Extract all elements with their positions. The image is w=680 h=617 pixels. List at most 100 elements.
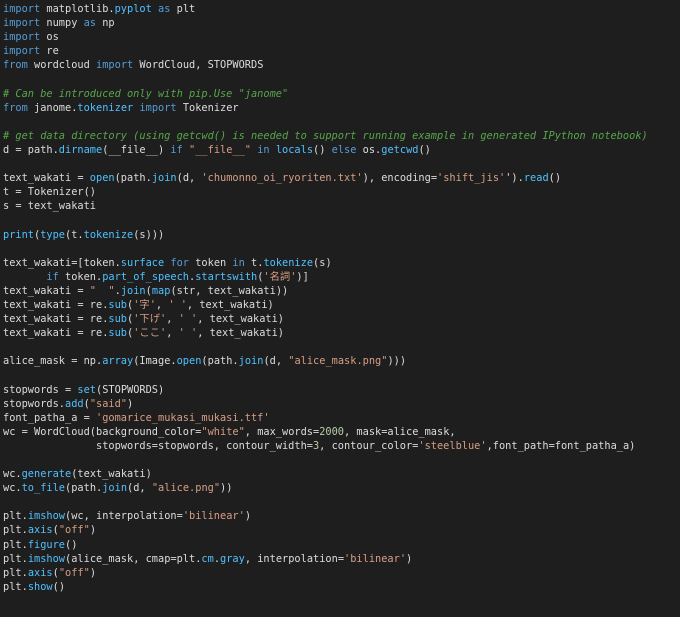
code-line: plt.show() bbox=[3, 580, 680, 594]
code-token: " " bbox=[89, 284, 115, 297]
code-token: "alice_mask.png" bbox=[288, 355, 388, 368]
code-token: (d, bbox=[263, 355, 289, 368]
code-line: d = path.dirname(__file__) if "__file__"… bbox=[3, 143, 680, 157]
code-token: alice_mask = np. bbox=[3, 355, 103, 368]
code-token: generate bbox=[21, 468, 72, 481]
code-token: np bbox=[96, 17, 115, 30]
code-line: from wordcloud import WordCloud, STOPWOR… bbox=[3, 58, 680, 72]
code-token: plt. bbox=[3, 538, 28, 551]
code-token: "alice.png" bbox=[151, 482, 221, 495]
code-line: text_wakati = " ".join(map(str, text_wak… bbox=[3, 284, 680, 298]
code-token: '字' bbox=[133, 298, 156, 311]
code-line: import re bbox=[3, 44, 680, 58]
code-token: ,font_path=font_patha_a) bbox=[486, 439, 636, 452]
code-token: 'steelblue' bbox=[418, 439, 487, 452]
code-token: print bbox=[3, 228, 34, 241]
code-token: plt bbox=[170, 3, 196, 15]
code-token: text_wakati = bbox=[3, 172, 90, 185]
code-token: in bbox=[257, 143, 270, 156]
code-token: (d, bbox=[127, 482, 152, 495]
code-token: import bbox=[3, 31, 41, 44]
code-token: ), encoding= bbox=[362, 172, 438, 185]
code-token: (__file__) bbox=[102, 143, 171, 156]
code-token: s = text_wakati bbox=[3, 200, 96, 213]
code-token: read bbox=[523, 172, 549, 185]
code-token: part_of_speech bbox=[102, 270, 190, 283]
code-line: import matplotlib.pyplot as plt bbox=[3, 2, 680, 16]
code-line: stopwords.add("said") bbox=[3, 397, 680, 411]
code-token: figure bbox=[27, 538, 66, 551]
code-token: plt. bbox=[3, 552, 28, 565]
code-token: text_wakati = re. bbox=[3, 313, 109, 326]
code-line: plt.axis("off") bbox=[3, 566, 680, 580]
code-token: show bbox=[27, 580, 53, 593]
code-line: plt.figure() bbox=[3, 538, 680, 552]
code-token: , bbox=[166, 327, 179, 340]
code-token: os bbox=[40, 31, 59, 44]
code-line: wc.to_file(path.join(d, "alice.png")) bbox=[3, 481, 680, 495]
code-token: () bbox=[548, 172, 562, 185]
code-token: janome. bbox=[27, 101, 78, 114]
code-token: font_patha_a = bbox=[3, 411, 96, 424]
code-token: os. bbox=[356, 143, 382, 156]
code-token: sub bbox=[108, 298, 127, 311]
code-token: join bbox=[151, 172, 177, 185]
code-token: cm bbox=[201, 552, 214, 565]
code-token: d = path. bbox=[3, 143, 59, 156]
code-token: stopwords. bbox=[3, 397, 65, 410]
code-token: tokenize bbox=[263, 256, 314, 269]
code-token: , bbox=[166, 313, 179, 326]
code-token: ) bbox=[127, 397, 134, 410]
code-token: type bbox=[40, 228, 66, 241]
code-token: (d, bbox=[176, 172, 202, 185]
code-token: WordCloud, STOPWORDS bbox=[133, 59, 264, 72]
code-token: text_wakati=[token. bbox=[3, 256, 121, 269]
code-line: alice_mask = np.array(Image.open(path.jo… bbox=[3, 354, 680, 368]
code-token: (text_wakati) bbox=[71, 468, 152, 481]
code-token: () bbox=[65, 538, 78, 551]
code-token: () bbox=[313, 143, 332, 156]
code-token: "white" bbox=[201, 425, 245, 438]
code-token: , text_wakati) bbox=[197, 313, 285, 326]
code-token: wc = WordCloud(background_color= bbox=[3, 425, 202, 438]
code-token: () bbox=[52, 580, 66, 593]
code-line: font_patha_a = 'gomarice_mukasi_mukasi.t… bbox=[3, 411, 680, 425]
code-editor[interactable]: import matplotlib.pyplot as plt import nu… bbox=[0, 0, 680, 617]
code-token: from bbox=[3, 59, 28, 72]
code-token: , contour_color= bbox=[319, 439, 419, 452]
code-token: as bbox=[158, 3, 171, 15]
code-line: stopwords = set(STOPWORDS) bbox=[3, 383, 680, 397]
code-token: import bbox=[3, 45, 41, 58]
code-line: wc = WordCloud(background_color="white",… bbox=[3, 425, 680, 439]
code-token: stopwords=stopwords, contour_width= bbox=[3, 439, 313, 452]
code-token: tokenizer bbox=[77, 101, 134, 114]
code-token: , mask=alice_mask, bbox=[344, 425, 456, 438]
code-token: surface bbox=[120, 256, 165, 269]
code-token: # get data directory (using getcwd() is … bbox=[3, 129, 648, 142]
code-token: plt. bbox=[3, 580, 28, 593]
code-token: t. bbox=[244, 256, 264, 269]
code-token: pyplot bbox=[114, 3, 152, 15]
code-token: () bbox=[418, 143, 431, 156]
code-token: imshow bbox=[27, 510, 66, 523]
code-line: t = Tokenizer() bbox=[3, 185, 680, 199]
code-token: numpy bbox=[40, 17, 84, 30]
code-token: 'shift_jis' bbox=[437, 172, 506, 185]
code-token: 'bilinear' bbox=[182, 510, 245, 523]
code-line: plt.imshow(alice_mask, cmap=plt.cm.gray,… bbox=[3, 552, 680, 566]
code-line: text_wakati = re.sub('字', ' ', text_waka… bbox=[3, 298, 680, 312]
code-token: in bbox=[232, 256, 245, 269]
code-token: (path. bbox=[114, 172, 152, 185]
code-token: (Image. bbox=[133, 355, 177, 368]
code-token: 'bilinear' bbox=[344, 552, 407, 565]
code-token: if bbox=[170, 143, 183, 156]
code-token: re bbox=[40, 45, 59, 58]
